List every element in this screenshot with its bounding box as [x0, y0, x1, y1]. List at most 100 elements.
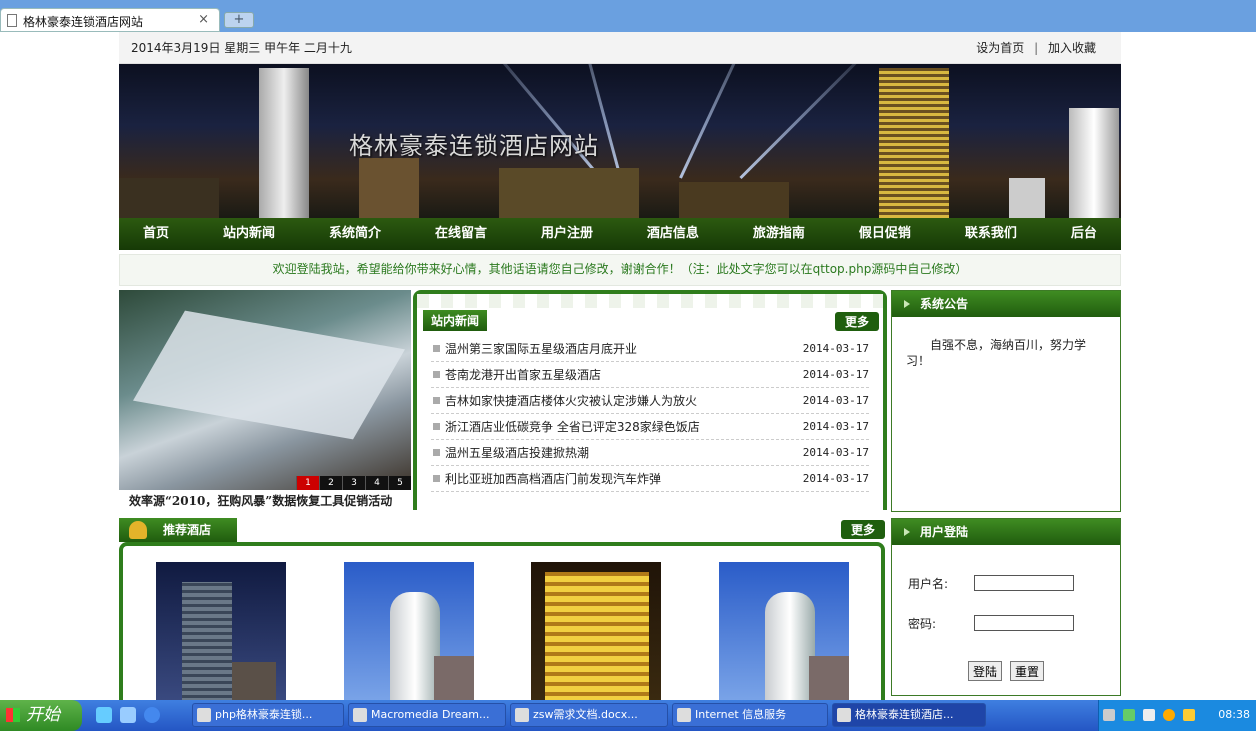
page-icon [7, 14, 17, 27]
news-item[interactable]: 苍南龙港开出首家五星级酒店 2014-03-17 [431, 362, 869, 388]
news-more-button[interactable]: 更多 [834, 312, 879, 331]
security-icon[interactable] [1183, 709, 1195, 721]
banner-light-beam [567, 64, 622, 179]
news-header: 站内新闻 [423, 310, 488, 331]
news-item[interactable]: 吉林如家快捷酒店楼体火灾被认定涉嫌人为放火 2014-03-17 [431, 388, 869, 414]
hotel-thumb-tower [182, 582, 232, 700]
hotel-thumb[interactable] [719, 562, 849, 700]
bullet-icon [433, 423, 440, 430]
keyboard-icon[interactable] [1103, 709, 1115, 721]
taskbar-task[interactable]: php格林豪泰连锁... [192, 703, 344, 727]
ie-quicklaunch-icon[interactable] [96, 707, 112, 723]
slider-caption[interactable]: 效率源“2010，狂购风暴”数据恢复工具促销活动 [129, 492, 392, 509]
network-icon[interactable] [1123, 709, 1135, 721]
nav-item[interactable]: 酒店信息 [647, 218, 699, 250]
qq-icon[interactable] [1163, 709, 1175, 721]
start-button[interactable]: 开始 [0, 700, 82, 731]
news-title[interactable]: 温州第三家国际五星级酒店月底开业 [445, 342, 637, 356]
hotel-thumb-tower [232, 662, 276, 700]
taskbar-task[interactable]: zsw需求文档.docx... [510, 703, 668, 727]
news-item[interactable]: 利比亚班加西高档酒店门前发现汽车炸弹 2014-03-17 [431, 466, 869, 492]
system-tray: 08:38 [1098, 700, 1256, 731]
hotel-thumb[interactable] [156, 562, 286, 700]
hotel-thumb[interactable] [531, 562, 661, 700]
person-icon [129, 521, 147, 539]
banner-building [879, 68, 949, 218]
date-text: 2014年3月19日 星期三 甲午年 二月十九 [131, 41, 352, 55]
recommend-more-button[interactable]: 更多 [840, 520, 885, 539]
nav-item[interactable]: 旅游指南 [753, 218, 805, 250]
login-button[interactable]: 登陆 [968, 661, 1003, 681]
volume-icon[interactable] [1143, 709, 1155, 721]
tab-title: 格林豪泰连锁酒店网站 [23, 15, 144, 29]
slider-page-button[interactable]: 4 [365, 476, 388, 490]
nav-item[interactable]: 后台 [1071, 218, 1097, 250]
desktop-quicklaunch-icon[interactable] [120, 707, 136, 723]
set-home-link[interactable]: 设为首页 [976, 41, 1024, 55]
bullet-icon [433, 345, 440, 352]
welcome-marquee: 欢迎登陆我站，希望能给你带来好心情，其他话语请您自己修改，谢谢合作！（注：此处文… [119, 254, 1121, 286]
banner-building [1069, 108, 1119, 218]
nav-item[interactable]: 用户注册 [541, 218, 593, 250]
close-tab-icon[interactable]: × [198, 12, 209, 27]
hotel-thumb-tower [434, 656, 474, 700]
task-label: 格林豪泰连锁酒店... [855, 708, 954, 721]
reset-button[interactable]: 重置 [1010, 661, 1045, 681]
news-date: 2014-03-17 [802, 472, 869, 485]
news-date: 2014-03-17 [802, 342, 869, 355]
news-title[interactable]: 吉林如家快捷酒店楼体火灾被认定涉嫌人为放火 [445, 394, 697, 408]
password-label: 密码: [908, 617, 937, 631]
banner-light-beam [739, 64, 883, 180]
slider-page-button[interactable]: 5 [388, 476, 411, 490]
windows-flag-icon [6, 708, 20, 722]
bullet-icon [433, 449, 440, 456]
hotel-thumb-tower [765, 592, 815, 700]
password-input[interactable] [974, 615, 1074, 631]
clock: 08:38 [1218, 708, 1250, 721]
news-title[interactable]: 利比亚班加西高档酒店门前发现汽车炸弹 [445, 472, 661, 486]
nav-item[interactable]: 系统简介 [329, 218, 381, 250]
news-panel-pattern [417, 294, 883, 308]
news-item[interactable]: 温州五星级酒店投建掀热潮 2014-03-17 [431, 440, 869, 466]
login-box: 用户登陆 用户名: 密码: 登陆 重置 [891, 518, 1121, 696]
taskbar-task[interactable]: 格林豪泰连锁酒店... [832, 703, 986, 727]
news-panel: 站内新闻 更多 温州第三家国际五星级酒店月底开业 2014-03-17 苍南龙港开出… [413, 290, 887, 510]
banner-light-beam [470, 64, 602, 179]
hotel-thumb-tower [545, 572, 649, 700]
bullet-icon [433, 371, 440, 378]
browser-quicklaunch-icon[interactable] [144, 707, 160, 723]
username-label: 用户名: [908, 577, 949, 591]
hotel-thumb-tower [809, 656, 849, 700]
task-app-icon [197, 708, 211, 722]
nav-item[interactable]: 联系我们 [965, 218, 1017, 250]
new-tab-button[interactable]: + [224, 12, 254, 28]
news-date: 2014-03-17 [802, 420, 869, 433]
browser-tab[interactable]: 格林豪泰连锁酒店网站 × [0, 8, 220, 32]
news-item[interactable]: 温州第三家国际五星级酒店月底开业 2014-03-17 [431, 336, 869, 362]
add-favorite-link[interactable]: 加入收藏 [1048, 41, 1096, 55]
notice-header: 系统公告 [892, 291, 1120, 317]
hotel-thumb[interactable] [344, 562, 474, 700]
news-title[interactable]: 苍南龙港开出首家五星级酒店 [445, 368, 601, 382]
username-input[interactable] [974, 575, 1074, 591]
taskbar-task[interactable]: Internet 信息服务 [672, 703, 828, 727]
slider-page-button[interactable]: 2 [319, 476, 342, 490]
news-title[interactable]: 温州五星级酒店投建掀热潮 [445, 446, 589, 460]
slider-image[interactable] [119, 290, 411, 490]
nav-item[interactable]: 站内新闻 [223, 218, 275, 250]
news-title[interactable]: 浙江酒店业低碳竞争 全省已评定328家绿色饭店 [445, 420, 700, 434]
task-app-icon [515, 708, 529, 722]
task-label: zsw需求文档.docx... [533, 708, 638, 721]
nav-item[interactable]: 在线留言 [435, 218, 487, 250]
slider-pagination: 12345 [296, 476, 411, 490]
slider-page-button[interactable]: 3 [342, 476, 365, 490]
nav-item[interactable]: 首页 [143, 218, 169, 250]
news-item[interactable]: 浙江酒店业低碳竞争 全省已评定328家绿色饭店 2014-03-17 [431, 414, 869, 440]
slider-page-button[interactable]: 1 [296, 476, 319, 490]
taskbar-task[interactable]: Macromedia Dream... [348, 703, 506, 727]
bullet-icon [433, 475, 440, 482]
task-label: Macromedia Dream... [371, 708, 490, 721]
news-date: 2014-03-17 [802, 394, 869, 407]
news-list: 温州第三家国际五星级酒店月底开业 2014-03-17 苍南龙港开出首家五星级酒店 2… [431, 336, 869, 492]
nav-item[interactable]: 假日促销 [859, 218, 911, 250]
